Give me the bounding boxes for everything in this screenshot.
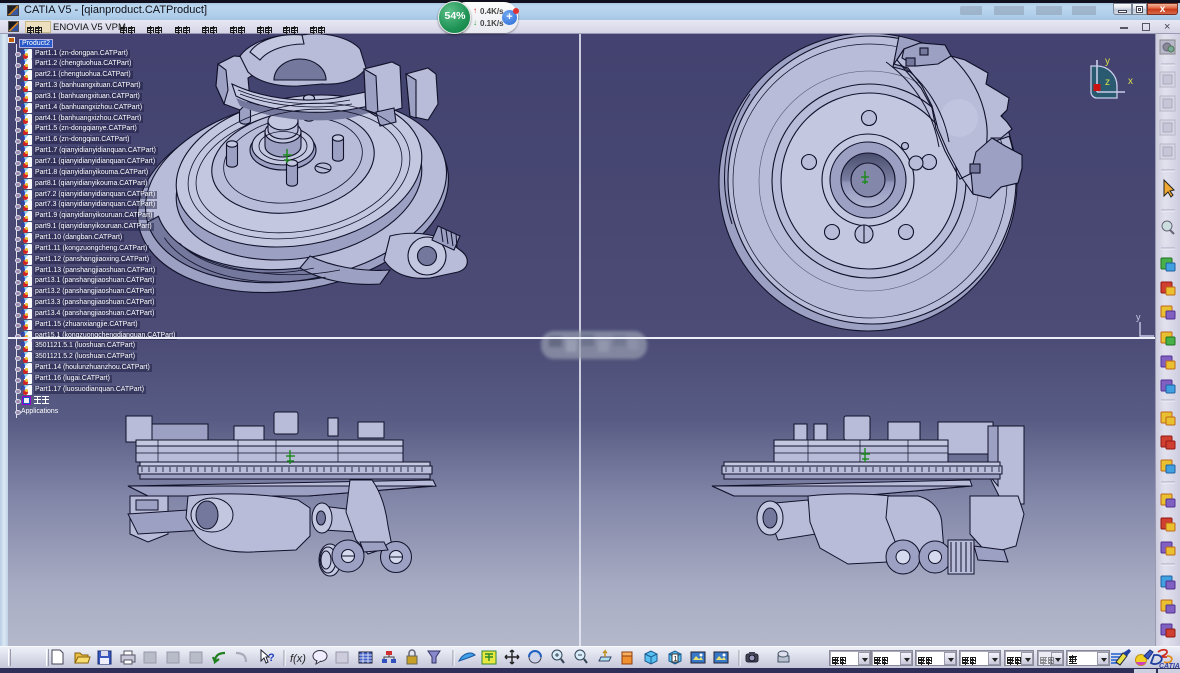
svg-text:f(x): f(x) [290, 653, 306, 665]
svg-text:x: x [1128, 76, 1133, 87]
svg-text:1: 1 [674, 656, 678, 663]
svg-text:z: z [1105, 77, 1110, 88]
svg-text:y: y [1105, 56, 1110, 67]
svg-text:y: y [1136, 312, 1141, 322]
svg-text:?: ? [268, 652, 275, 664]
